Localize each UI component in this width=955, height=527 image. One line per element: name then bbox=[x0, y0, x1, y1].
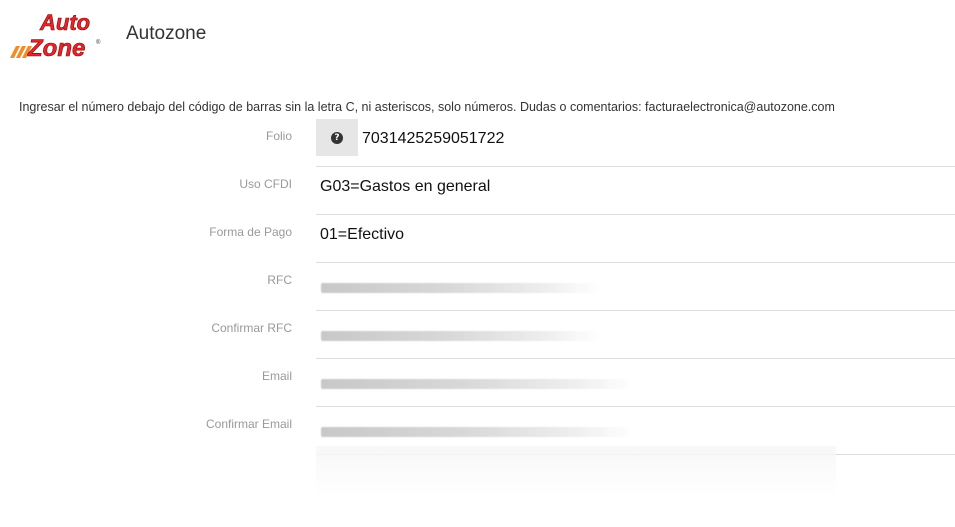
faded-content bbox=[316, 446, 836, 496]
svg-text:Auto: Auto bbox=[39, 10, 90, 35]
forma-pago-label: Forma de Pago bbox=[209, 225, 292, 239]
form-row-rfc: RFC bbox=[0, 263, 955, 311]
question-circle-icon: ? bbox=[331, 131, 343, 144]
folio-label: Folio bbox=[265, 129, 292, 143]
rfc-label: RFC bbox=[267, 273, 292, 287]
form-row-email: Email bbox=[0, 359, 955, 407]
instructions-text: Ingresar el número debajo del código de … bbox=[19, 100, 835, 114]
uso-cfdi-select[interactable]: G03=Gastos en general bbox=[320, 178, 490, 196]
form-row-uso-cfdi: Uso CFDI G03=Gastos en general bbox=[0, 167, 955, 215]
svg-text:®: ® bbox=[96, 39, 101, 46]
uso-cfdi-label: Uso CFDI bbox=[239, 177, 292, 191]
svg-text:Zone: Zone bbox=[27, 35, 85, 62]
autozone-logo: Auto Zone ® bbox=[6, 8, 104, 62]
form-row-forma-pago: Forma de Pago 01=Efectivo bbox=[0, 215, 955, 263]
confirmar-email-label: Confirmar Email bbox=[205, 417, 292, 431]
form-row-confirmar-rfc: Confirmar RFC bbox=[0, 311, 955, 359]
folio-input[interactable]: 7031425259051722 bbox=[362, 130, 504, 148]
forma-pago-select[interactable]: 01=Efectivo bbox=[320, 226, 404, 244]
email-label: Email bbox=[261, 369, 292, 383]
confirmar-email-input[interactable] bbox=[321, 427, 636, 437]
confirmar-rfc-label: Confirmar RFC bbox=[211, 321, 292, 335]
rfc-input[interactable] bbox=[321, 283, 601, 293]
form-row-folio: Folio ? 7031425259051722 bbox=[0, 119, 955, 167]
folio-help-button[interactable]: ? bbox=[316, 119, 358, 156]
email-input[interactable] bbox=[321, 379, 636, 389]
confirmar-rfc-input[interactable] bbox=[321, 331, 601, 341]
page-title: Autozone bbox=[126, 23, 207, 44]
